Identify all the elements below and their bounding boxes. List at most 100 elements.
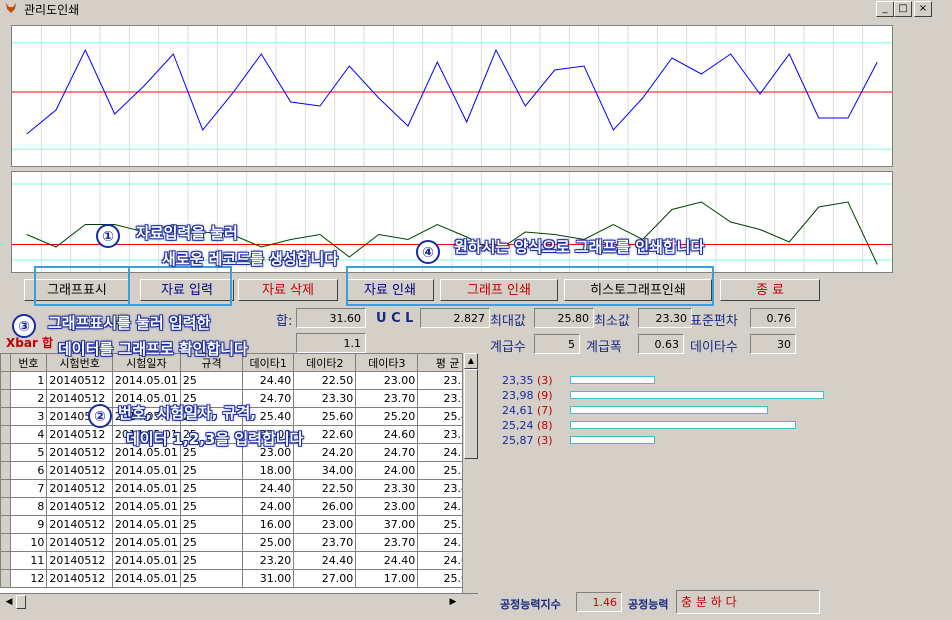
table-cell[interactable]: 25 (179, 569, 244, 588)
table-cell[interactable]: 27.00 (293, 569, 357, 588)
table-cell[interactable]: 23.30 (293, 389, 357, 408)
table-cell[interactable]: 34.00 (293, 461, 357, 480)
table-cell[interactable]: 20140512 (46, 479, 113, 498)
row-indicator[interactable] (0, 461, 11, 480)
table-cell[interactable]: 2014.05.01 (111, 461, 181, 480)
table-cell[interactable]: 23.00 (293, 515, 357, 534)
table-cell[interactable]: 2014.05.01 (111, 551, 181, 570)
table-row[interactable]: 12 20140512 2014.05.01 25 31.00 27.00 17.00 25.… (0, 569, 478, 588)
table-cell[interactable]: 24.40 (355, 551, 419, 570)
table-row[interactable]: 1 20140512 2014.05.01 25 24.40 22.50 23.00 23.3… (0, 371, 478, 390)
table-row[interactable]: 9 20140512 2014.05.01 25 16.00 23.00 37.00 25.3… (0, 515, 478, 534)
table-cell[interactable]: 8 (9, 497, 48, 516)
table-cell[interactable]: 2 (9, 389, 48, 408)
table-cell[interactable]: 16.00 (242, 515, 295, 534)
minimize-button[interactable]: _ (876, 1, 894, 17)
row-indicator[interactable] (0, 515, 11, 534)
table-cell[interactable]: 2014.05.01 (111, 515, 181, 534)
table-row[interactable]: 6 20140512 2014.05.01 25 18.00 34.00 24.00 25.3… (0, 461, 478, 480)
table-cell[interactable]: 2014.05.01 (111, 533, 181, 552)
row-indicator[interactable] (0, 443, 11, 462)
scroll-up-arrow-icon[interactable]: ▲ (464, 353, 478, 369)
vertical-scroll-thumb[interactable] (464, 369, 478, 459)
row-indicator[interactable] (0, 371, 11, 390)
table-cell[interactable]: 10 (9, 533, 48, 552)
close-button[interactable]: × (914, 1, 932, 17)
table-cell[interactable]: 2014.05.01 (111, 569, 181, 588)
data-grid[interactable]: 번호 시험번호 시험일자 규격 데이타1 데이타2 데이타3 평 균 1 20140512 201… (0, 353, 478, 595)
table-cell[interactable]: 23.70 (355, 533, 419, 552)
column-header[interactable]: 데이타1 (242, 353, 295, 372)
table-cell[interactable]: 20140512 (46, 497, 113, 516)
table-cell[interactable]: 25 (179, 533, 244, 552)
table-row[interactable]: 11 20140512 2014.05.01 25 23.20 24.40 24.40 24.… (0, 551, 478, 570)
table-cell[interactable]: 25 (179, 371, 244, 390)
horizontal-scroll-thumb[interactable] (16, 595, 26, 609)
row-indicator[interactable] (0, 425, 11, 444)
table-cell[interactable]: 4 (9, 425, 48, 444)
table-cell[interactable]: 25.00 (242, 533, 295, 552)
table-cell[interactable]: 2014.05.01 (111, 497, 181, 516)
table-cell[interactable]: 24.40 (242, 479, 295, 498)
table-cell[interactable]: 24.00 (242, 497, 295, 516)
table-cell[interactable]: 6 (9, 461, 48, 480)
row-indicator[interactable] (0, 569, 11, 588)
table-cell[interactable]: 20140512 (46, 443, 113, 462)
table-cell[interactable]: 23.00 (355, 371, 419, 390)
table-cell[interactable]: 24.40 (242, 371, 295, 390)
table-cell[interactable]: 25 (179, 479, 244, 498)
table-cell[interactable]: 2014.05.01 (111, 371, 181, 390)
table-horizontal-scrollbar[interactable]: ◀ ▶ (0, 593, 478, 610)
table-cell[interactable]: 20140512 (46, 461, 113, 480)
row-indicator[interactable] (0, 551, 11, 570)
table-cell[interactable]: 26.00 (293, 497, 357, 516)
table-cell[interactable]: 11 (9, 551, 48, 570)
table-cell[interactable]: 22.50 (293, 371, 357, 390)
row-indicator[interactable] (0, 407, 11, 426)
column-header[interactable]: 번호 (9, 353, 48, 372)
table-cell[interactable]: 3 (9, 407, 48, 426)
table-cell[interactable]: 7 (9, 479, 48, 498)
table-cell[interactable]: 1 (9, 371, 48, 390)
table-cell[interactable]: 37.00 (355, 515, 419, 534)
row-indicator[interactable] (0, 533, 11, 552)
column-header[interactable]: 데이타2 (293, 353, 357, 372)
table-cell[interactable]: 24.70 (355, 443, 419, 462)
table-cell[interactable]: 20140512 (46, 551, 113, 570)
table-row[interactable]: 7 20140512 2014.05.01 25 24.40 22.50 23.30 23.4… (0, 479, 478, 498)
table-cell[interactable]: 25 (179, 461, 244, 480)
table-cell[interactable]: 23.70 (355, 389, 419, 408)
table-cell[interactable]: 23.70 (293, 533, 357, 552)
table-cell[interactable]: 12 (9, 569, 48, 588)
column-header[interactable]: 데이타3 (355, 353, 419, 372)
table-cell[interactable]: 24.40 (293, 551, 357, 570)
table-row[interactable]: 8 20140512 2014.05.01 25 24.00 26.00 23.00 24.3… (0, 497, 478, 516)
table-cell[interactable]: 31.00 (242, 569, 295, 588)
table-cell[interactable]: 20140512 (46, 371, 113, 390)
row-indicator[interactable] (0, 389, 11, 408)
table-cell[interactable]: 25.20 (355, 407, 419, 426)
table-cell[interactable]: 20140512 (46, 425, 113, 444)
table-cell[interactable]: 25.60 (293, 407, 357, 426)
scroll-right-arrow-icon[interactable]: ▶ (446, 595, 460, 609)
scroll-left-arrow-icon[interactable]: ◀ (2, 595, 16, 609)
table-cell[interactable]: 23.30 (355, 479, 419, 498)
maximize-button[interactable]: □ (894, 1, 912, 17)
table-cell[interactable]: 20140512 (46, 515, 113, 534)
exit-button[interactable]: 종 료 (720, 279, 820, 301)
table-cell[interactable]: 25 (179, 515, 244, 534)
table-cell[interactable]: 2014.05.01 (111, 479, 181, 498)
table-cell[interactable]: 23.20 (242, 551, 295, 570)
data-delete-button[interactable]: 자료 삭제 (238, 279, 338, 301)
table-cell[interactable]: 5 (9, 443, 48, 462)
table-cell[interactable]: 23.00 (355, 497, 419, 516)
row-indicator[interactable] (0, 497, 11, 516)
row-indicator[interactable] (0, 479, 11, 498)
table-cell[interactable]: 9 (9, 515, 48, 534)
table-cell[interactable]: 25 (179, 551, 244, 570)
table-cell[interactable]: 18.00 (242, 461, 295, 480)
table-cell[interactable]: 24.00 (355, 461, 419, 480)
table-cell[interactable]: 22.50 (293, 479, 357, 498)
table-cell[interactable]: 20140512 (46, 569, 113, 588)
table-cell[interactable]: 20140512 (46, 533, 113, 552)
